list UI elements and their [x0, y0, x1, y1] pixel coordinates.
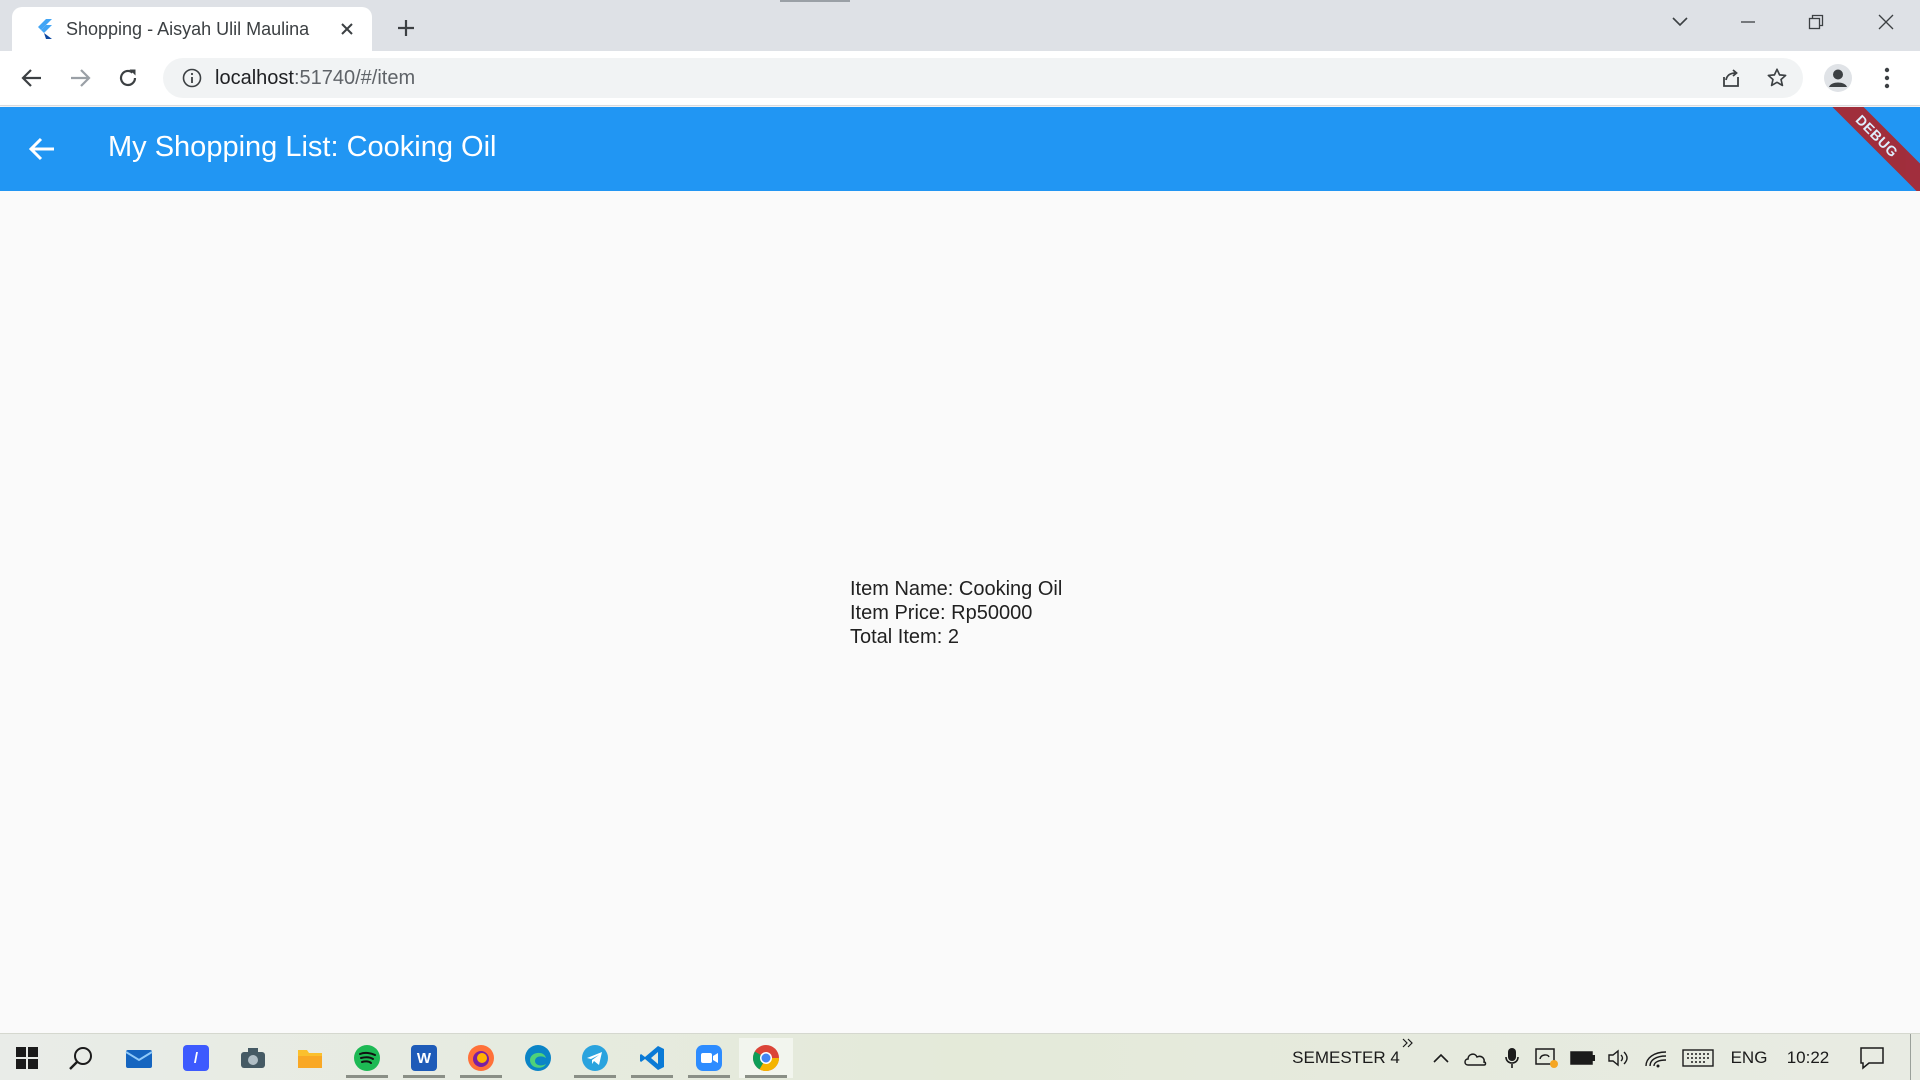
browser-tab-strip: Shopping - Aisyah Ulil Maulina: [0, 0, 1920, 51]
app-bar: My Shopping List: Cooking Oil DEBUG: [0, 107, 1920, 191]
camera-app-icon[interactable]: [226, 1038, 280, 1078]
zoom-icon[interactable]: [682, 1038, 736, 1078]
system-clock[interactable]: 10:22: [1780, 1034, 1836, 1080]
item-name-text: Item Name: Cooking Oil: [850, 578, 1063, 600]
minimize-icon[interactable]: [1718, 0, 1778, 44]
tab-close-icon[interactable]: [334, 16, 360, 42]
battery-icon[interactable]: [1568, 1034, 1598, 1080]
volume-icon[interactable]: [1604, 1034, 1634, 1080]
item-details: Item Name: Cooking Oil Item Price: Rp500…: [850, 577, 1062, 649]
forward-icon[interactable]: [61, 59, 99, 97]
wifi-icon[interactable]: [1641, 1034, 1671, 1080]
url-host: localhost: [215, 66, 294, 89]
app-back-button[interactable]: [22, 129, 62, 169]
tab-title: Shopping - Aisyah Ulil Maulina: [66, 18, 310, 39]
address-bar[interactable]: localhost:51740/#/item: [163, 58, 1803, 98]
taskbar-toolbar-label[interactable]: SEMESTER 4: [1286, 1034, 1406, 1080]
pen-app-icon[interactable]: /: [169, 1038, 223, 1078]
browser-toolbar: localhost:51740/#/item: [0, 51, 1920, 106]
bookmark-star-icon[interactable]: [1758, 59, 1796, 97]
firefox-icon[interactable]: [454, 1038, 508, 1078]
toolbar-expand-chevron-icon[interactable]: [1398, 1034, 1418, 1080]
update-notification-icon[interactable]: [1532, 1034, 1562, 1080]
share-icon[interactable]: [1712, 59, 1750, 97]
back-icon[interactable]: [13, 59, 51, 97]
debug-banner: DEBUG: [1802, 107, 1920, 191]
windows-start-icon[interactable]: [0, 1038, 54, 1078]
show-hidden-icons-chevron-icon[interactable]: [1426, 1034, 1456, 1080]
show-desktop-button[interactable]: [1910, 1034, 1920, 1080]
browser-tab-active[interactable]: Shopping - Aisyah Ulil Maulina: [12, 7, 372, 51]
app-bar-title: My Shopping List: Cooking Oil: [108, 131, 497, 163]
url-path: :51740/#/item: [293, 66, 416, 89]
microphone-icon[interactable]: [1497, 1034, 1527, 1080]
spotify-icon[interactable]: [340, 1038, 394, 1078]
chrome-icon[interactable]: [739, 1038, 793, 1078]
touch-keyboard-icon[interactable]: [1680, 1034, 1716, 1080]
url-text[interactable]: localhost:51740/#/item: [215, 67, 415, 90]
mail-app-icon[interactable]: [112, 1038, 166, 1078]
windows-taskbar: / W SEMESTER 4 ENG 10:22: [0, 1033, 1920, 1080]
file-explorer-icon[interactable]: [283, 1038, 337, 1078]
chrome-menu-icon[interactable]: [1868, 59, 1906, 97]
flutter-favicon-icon: [34, 19, 54, 39]
arrow-back-icon: [28, 137, 54, 161]
tab-search-chevron-icon[interactable]: [1650, 0, 1710, 44]
item-price-text: Item Price: Rp50000: [850, 602, 1033, 624]
input-language[interactable]: ENG: [1726, 1034, 1772, 1080]
new-tab-icon[interactable]: [390, 12, 422, 44]
word-app-glyph: W: [411, 1045, 437, 1071]
item-total-text: Total Item: 2: [850, 626, 959, 648]
pen-app-glyph: /: [183, 1045, 209, 1071]
site-info-icon[interactable]: [179, 65, 205, 91]
reload-icon[interactable]: [109, 59, 147, 97]
word-app-icon[interactable]: W: [397, 1038, 451, 1078]
vscode-icon[interactable]: [625, 1038, 679, 1078]
notification-center-icon[interactable]: [1852, 1034, 1892, 1080]
onedrive-cloud-icon[interactable]: [1460, 1034, 1490, 1080]
edge-icon[interactable]: [511, 1038, 565, 1078]
tab-strip-indicator: [780, 0, 850, 2]
restore-icon[interactable]: [1786, 0, 1846, 44]
item-detail-page: Item Name: Cooking Oil Item Price: Rp500…: [0, 191, 1920, 1033]
search-icon[interactable]: [54, 1038, 108, 1078]
window-close-icon[interactable]: [1856, 0, 1916, 44]
telegram-icon[interactable]: [568, 1038, 622, 1078]
profile-avatar-icon[interactable]: [1819, 59, 1857, 97]
